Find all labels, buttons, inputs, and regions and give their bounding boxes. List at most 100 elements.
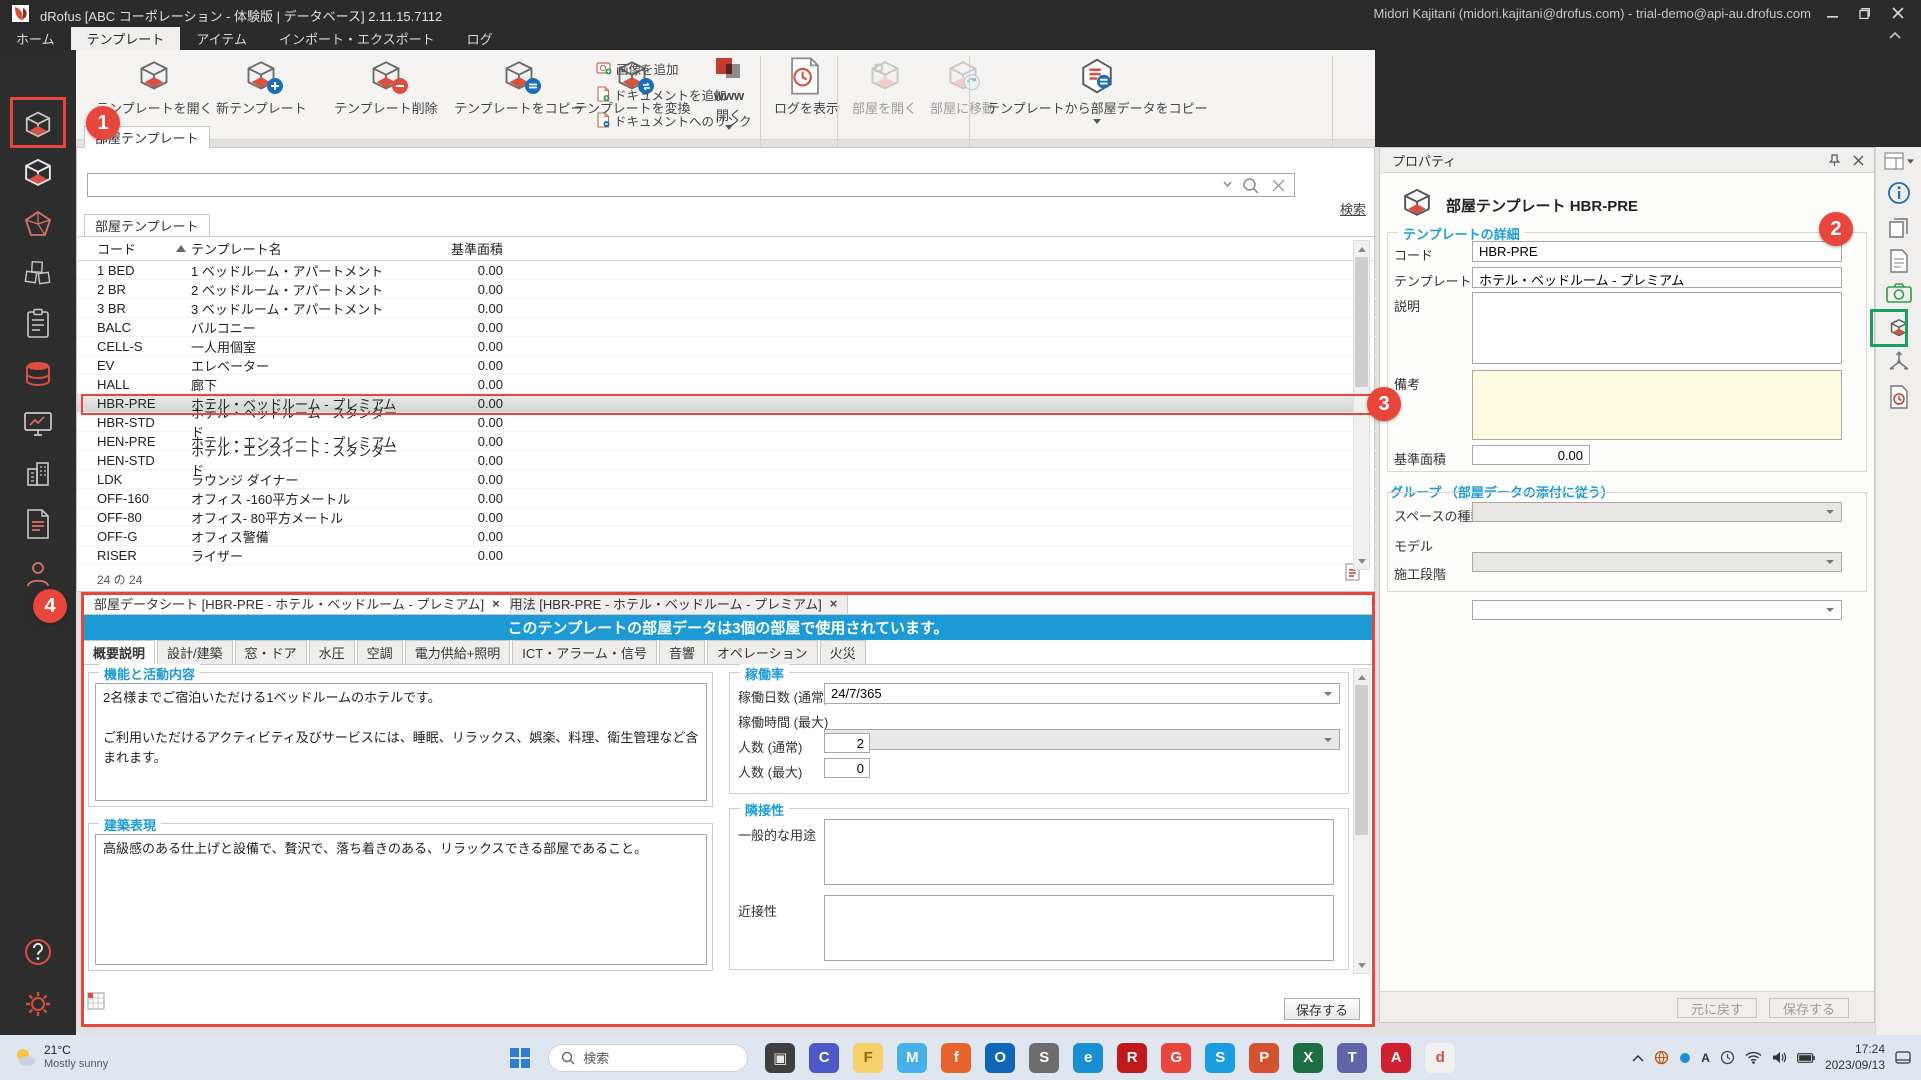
table-row[interactable]: OFF-G オフィス警備 0.00 [77,527,1376,546]
volume-icon[interactable] [1772,1051,1787,1064]
scroll-up-icon[interactable] [1354,669,1369,684]
undo-button[interactable]: 元に戻す [1677,998,1757,1018]
taskbar-app-icon[interactable]: F [853,1043,883,1073]
history-panel-icon[interactable] [1888,385,1910,409]
table-row[interactable]: OFF-160 オフィス -160平方メートル 0.00 [77,489,1376,508]
info-icon[interactable] [1887,181,1911,205]
properties-save-button[interactable]: 保存する [1769,998,1849,1018]
table-row[interactable]: 3 BR 3 ベッドルーム・アパートメント 0.00 [77,299,1376,318]
menu-tab[interactable]: ホーム [0,27,71,50]
phase-select[interactable] [1472,600,1842,620]
scroll-up-icon[interactable] [1354,241,1369,256]
sidebar-items-icon[interactable] [16,202,60,246]
architecture-textarea[interactable]: 高級感のある仕上げと設備で、贅沢で、落ち着きのある、リラックスできる部屋であるこ… [95,834,707,965]
taskbar-app-icon[interactable]: X [1293,1043,1323,1073]
taskbar-app-icon[interactable]: ▣ [765,1043,795,1073]
clock-area[interactable]: 17:24 2023/09/13 [1825,1042,1885,1073]
table-tab-room-template[interactable]: 部屋テンプレート [84,214,210,236]
www-open-button[interactable]: www 開く [706,54,752,130]
minimize-button[interactable] [1821,3,1843,23]
table-row[interactable]: HALL 廊下 0.00 [77,375,1376,394]
menu-tab[interactable]: ログ [451,27,509,50]
people-normal-input[interactable]: 2 [824,733,870,753]
tab-room-datasheet[interactable]: 部屋データシート [HBR-PRE - ホテル・ベッドルーム - プレミアム] … [83,592,511,614]
weather-info[interactable]: 21°C Mostly sunny [44,1043,108,1072]
datasheet-subtab[interactable]: 音響 [659,640,705,664]
delete-template-button[interactable]: テンプレート削除 [328,54,444,130]
taskbar-app-icon[interactable]: R [1117,1043,1147,1073]
pin-icon[interactable] [1828,154,1841,167]
clear-search-icon[interactable] [1271,178,1286,193]
datasheet-subtab[interactable]: 窓・ドア [235,640,307,664]
taskbar-app-icon[interactable]: e [1073,1043,1103,1073]
table-row[interactable]: RISER ライザー 0.00 [77,546,1376,565]
camera-panel-icon[interactable] [1886,282,1912,304]
general-use-textarea[interactable] [824,819,1334,885]
sidebar-item-groups-icon[interactable] [16,252,60,296]
sidebar-report-icon[interactable] [16,502,60,546]
search-link[interactable]: 検索 [1340,199,1366,218]
search-input[interactable] [87,173,1295,197]
add-image-button[interactable]: 画像を追加 [596,58,679,78]
column-header-code[interactable]: コード [77,239,171,258]
table-row[interactable]: 2 BR 2 ベッドルーム・アパートメント 0.00 [77,280,1376,299]
show-log-button[interactable]: ログを表示 [768,54,845,130]
template-name-input[interactable]: ホテル・ベッドルーム - プレミアム [1472,267,1842,288]
notes-textarea[interactable] [1472,370,1842,440]
start-button[interactable] [508,1046,532,1070]
table-row[interactable]: HBR-STD ホテル・ベッドルーム - スタンダード 0.00 [77,413,1376,432]
copy-panel-icon[interactable] [1887,216,1911,240]
sidebar-settings-icon[interactable] [16,982,60,1026]
sidebar-room-templates-icon[interactable] [16,151,60,195]
space-type-select[interactable] [1472,502,1842,522]
datasheet-subtab[interactable]: 概要説明 [83,640,155,664]
taskbar-app-icon[interactable]: f [941,1043,971,1073]
table-row[interactable]: EV エレベーター 0.00 [77,356,1376,375]
taskbar-app-icon[interactable]: M [897,1043,927,1073]
sidebar-database-icon[interactable] [16,352,60,396]
ribbon-collapse-icon[interactable] [1888,31,1902,41]
menu-tab[interactable]: テンプレート [71,27,181,50]
proximity-textarea[interactable] [824,895,1334,961]
taskbar-app-icon[interactable]: S [1029,1043,1059,1073]
search-icon[interactable] [1242,177,1260,195]
new-template-button[interactable]: 新テンプレート [210,54,313,130]
taskbar-app-icon[interactable]: S [1205,1043,1235,1073]
sort-asc-icon[interactable] [171,245,191,252]
taskbar-app-icon[interactable]: G [1161,1043,1191,1073]
function-textarea[interactable]: 2名様までご宿泊いただける1ベッドルームのホテルです。 ご利用いただけるアクティ… [95,683,707,801]
people-max-input[interactable]: 0 [824,758,870,778]
status-dot-icon[interactable] [1679,1052,1691,1064]
operating-hours-select[interactable] [824,729,1340,750]
datasheet-grid-icon[interactable] [87,992,105,1010]
maximize-button[interactable] [1853,3,1875,23]
taskbar-app-icon[interactable]: C [809,1043,839,1073]
close-panel-icon[interactable] [1853,155,1864,166]
weather-icon[interactable] [12,1045,38,1071]
model-select[interactable] [1472,552,1842,572]
sidebar-building-icon[interactable] [16,452,60,496]
datasheet-subtab[interactable]: 火災 [820,640,866,664]
copy-room-data-button[interactable]: テンプレートから部屋データをコピー [981,54,1214,130]
table-row[interactable]: 1 BED 1 ベッドルーム・アパートメント 0.00 [77,261,1376,280]
datasheet-scrollbar[interactable] [1353,668,1370,974]
datasheet-subtab[interactable]: 水圧 [309,640,355,664]
column-header-area[interactable]: 基準面積 [407,239,503,258]
sidebar-checklist-icon[interactable] [16,302,60,346]
axes-panel-icon[interactable] [1887,350,1911,374]
document-panel-icon[interactable] [1888,249,1910,273]
table-row[interactable]: OFF-80 オフィス- 80平方メートル 0.00 [77,508,1376,527]
table-row[interactable]: CELL-S 一人用個室 0.00 [77,337,1376,356]
notification-icon[interactable] [1895,1050,1911,1066]
operating-days-select[interactable]: 24/7/365 [824,683,1340,704]
tray-expand-icon[interactable] [1632,1054,1644,1062]
scroll-down-icon[interactable] [1354,554,1369,569]
close-tab-icon[interactable]: × [492,596,500,611]
open-room-button[interactable]: 部屋を開く [846,54,923,130]
taskbar-search-box[interactable]: 検索 [548,1044,748,1072]
taskbar-app-icon[interactable]: A [1381,1043,1411,1073]
scroll-down-icon[interactable] [1354,958,1369,973]
datasheet-subtab[interactable]: 電力供給+照明 [405,640,511,664]
wifi-icon[interactable] [1745,1051,1762,1064]
table-row[interactable]: LDK ラウンジ ダイナー 0.00 [77,470,1376,489]
